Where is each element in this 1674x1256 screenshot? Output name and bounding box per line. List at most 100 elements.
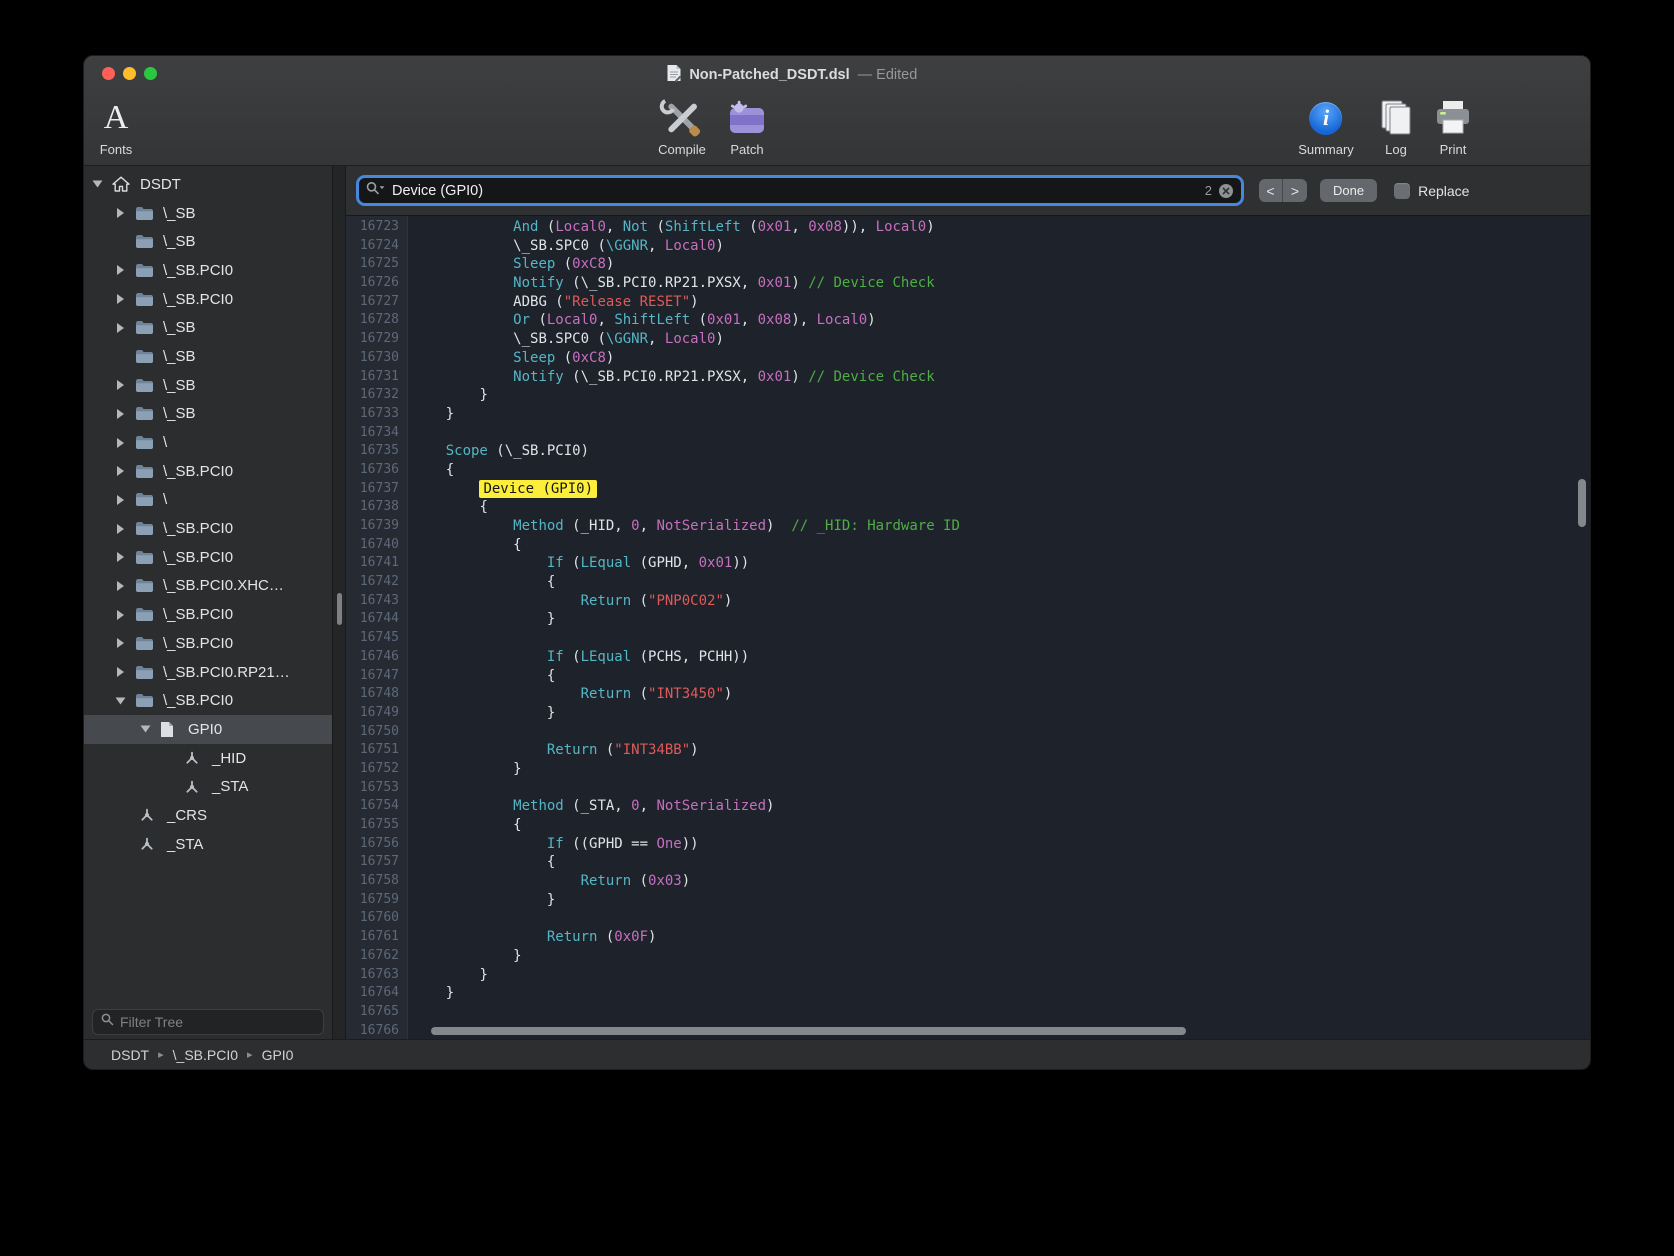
chevron-right-icon[interactable] [114, 581, 135, 591]
code-line[interactable]: } [412, 704, 1590, 723]
minimize-window-button[interactable] [123, 67, 136, 80]
code-line[interactable]: Scope (\_SB.PCI0) [412, 442, 1590, 461]
close-window-button[interactable] [102, 67, 115, 80]
tree-item[interactable]: \_SB.PCI0 [84, 457, 332, 486]
summary-button[interactable]: i Summary [1298, 96, 1354, 157]
chevron-right-icon[interactable] [114, 323, 135, 333]
tree-item[interactable]: \_SB.PCI0.RP21… [84, 658, 332, 687]
chevron-right-icon[interactable] [114, 552, 135, 562]
chevron-right-icon[interactable] [114, 667, 135, 677]
code-line[interactable]: Notify (\_SB.PCI0.RP21.PXSX, 0x01) // De… [412, 368, 1590, 387]
chevron-right-icon[interactable] [114, 638, 135, 648]
code-line[interactable]: \_SB.SPC0 (\GGNR, Local0) [412, 330, 1590, 349]
code-line[interactable]: } [412, 891, 1590, 910]
tree-item[interactable]: _HID [84, 744, 332, 773]
tree-item[interactable]: \_SB [84, 400, 332, 429]
code-line[interactable]: ADBG ("Release RESET") [412, 293, 1590, 312]
code-line[interactable]: } [412, 966, 1590, 985]
code-line[interactable]: \_SB.SPC0 (\GGNR, Local0) [412, 237, 1590, 256]
chevron-right-icon[interactable] [114, 208, 135, 218]
document-proxy-icon[interactable] [666, 64, 681, 87]
code-line[interactable]: Method (_HID, 0, NotSerialized) // _HID:… [412, 517, 1590, 536]
code-line[interactable]: Method (_STA, 0, NotSerialized) [412, 797, 1590, 816]
code-line[interactable]: } [412, 760, 1590, 779]
code-line[interactable]: { [412, 536, 1590, 555]
print-button[interactable]: Print [1433, 96, 1473, 157]
chevron-down-icon[interactable] [91, 179, 112, 189]
code-line[interactable]: { [412, 853, 1590, 872]
code-line[interactable]: { [412, 667, 1590, 686]
breadcrumb-item[interactable]: DSDT [111, 1047, 149, 1063]
chevron-right-icon[interactable] [114, 265, 135, 275]
chevron-right-icon[interactable] [114, 466, 135, 476]
code-line[interactable]: Sleep (0xC8) [412, 349, 1590, 368]
code-line[interactable]: { [412, 573, 1590, 592]
tree-item[interactable]: _STA [84, 772, 332, 801]
tree-item[interactable]: \_SB.PCI0 [84, 256, 332, 285]
tree-item[interactable]: \_SB [84, 371, 332, 400]
tree-item[interactable]: \_SB [84, 342, 332, 371]
chevron-right-icon[interactable] [114, 380, 135, 390]
chevron-right-icon[interactable] [114, 409, 135, 419]
code-line[interactable] [412, 424, 1590, 443]
zoom-window-button[interactable] [144, 67, 157, 80]
chevron-down-icon[interactable] [139, 724, 160, 734]
replace-toggle[interactable]: Replace [1394, 183, 1469, 199]
tree-item[interactable]: \_SB [84, 227, 332, 256]
code-line[interactable]: Return ("PNP0C02") [412, 592, 1590, 611]
find-next-button[interactable]: > [1283, 179, 1307, 202]
tree-item[interactable]: \_SB [84, 313, 332, 342]
chevron-right-icon[interactable] [114, 294, 135, 304]
tree-item[interactable]: DSDT [84, 170, 332, 199]
code-line[interactable]: Return ("INT3450") [412, 685, 1590, 704]
chevron-right-icon[interactable] [114, 524, 135, 534]
breadcrumb-item[interactable]: GPI0 [262, 1047, 294, 1063]
code-line[interactable]: } [412, 610, 1590, 629]
chevron-down-icon[interactable] [114, 696, 135, 706]
find-previous-button[interactable]: < [1259, 179, 1283, 202]
code-line[interactable]: } [412, 984, 1590, 1003]
code-area[interactable]: And (Local0, Not (ShiftLeft (0x01, 0x08)… [408, 216, 1590, 1039]
tree-item[interactable]: \_SB.PCI0 [84, 600, 332, 629]
code-line[interactable] [412, 779, 1590, 798]
code-line[interactable]: And (Local0, Not (ShiftLeft (0x01, 0x08)… [412, 218, 1590, 237]
tree-item[interactable]: \_SB.PCI0.XHC… [84, 572, 332, 601]
code-line[interactable] [412, 629, 1590, 648]
chevron-right-icon[interactable] [114, 495, 135, 505]
tree-item[interactable]: \_SB.PCI0 [84, 285, 332, 314]
horizontal-scrollbar-thumb[interactable] [431, 1027, 1186, 1035]
code-line[interactable]: Device (GPI0) [412, 480, 1590, 499]
patch-button[interactable]: Patch [725, 96, 769, 157]
tree-item[interactable]: \_SB.PCI0 [84, 514, 332, 543]
log-button[interactable]: Log [1376, 96, 1416, 157]
clear-search-icon[interactable] [1218, 183, 1234, 199]
search-field[interactable]: 2 [356, 175, 1244, 206]
compile-button[interactable]: Compile [658, 96, 706, 157]
tree-item[interactable]: _CRS [84, 801, 332, 830]
tree-item[interactable]: _STA [84, 830, 332, 859]
search-input[interactable] [392, 183, 1199, 199]
code-line[interactable]: Return (0x0F) [412, 928, 1590, 947]
code-line[interactable]: } [412, 386, 1590, 405]
code-line[interactable]: { [412, 461, 1590, 480]
tree-item[interactable]: \ [84, 486, 332, 515]
search-match-highlight[interactable]: Device (GPI0) [479, 480, 597, 498]
code-line[interactable]: Return ("INT34BB") [412, 741, 1590, 760]
vertical-scrollbar-thumb[interactable] [1578, 479, 1586, 527]
filter-tree-input[interactable] [120, 1014, 315, 1030]
code-line[interactable]: Sleep (0xC8) [412, 255, 1590, 274]
tree-item[interactable]: \ [84, 428, 332, 457]
code-line[interactable]: If (LEqual (GPHD, 0x01)) [412, 554, 1590, 573]
tree-item[interactable]: \_SB [84, 199, 332, 228]
code-line[interactable]: Or (Local0, ShiftLeft (0x01, 0x08), Loca… [412, 311, 1590, 330]
filter-tree-field[interactable] [92, 1009, 324, 1035]
replace-checkbox[interactable] [1394, 183, 1410, 199]
tree-item[interactable]: \_SB.PCI0 [84, 543, 332, 572]
code-line[interactable]: Return (0x03) [412, 872, 1590, 891]
code-line[interactable] [412, 723, 1590, 742]
chevron-right-icon[interactable] [114, 610, 135, 620]
breadcrumb-item[interactable]: \_SB.PCI0 [173, 1047, 238, 1063]
done-button[interactable]: Done [1320, 179, 1377, 202]
code-line[interactable]: } [412, 947, 1590, 966]
code-line[interactable]: If ((GPHD == One)) [412, 835, 1590, 854]
